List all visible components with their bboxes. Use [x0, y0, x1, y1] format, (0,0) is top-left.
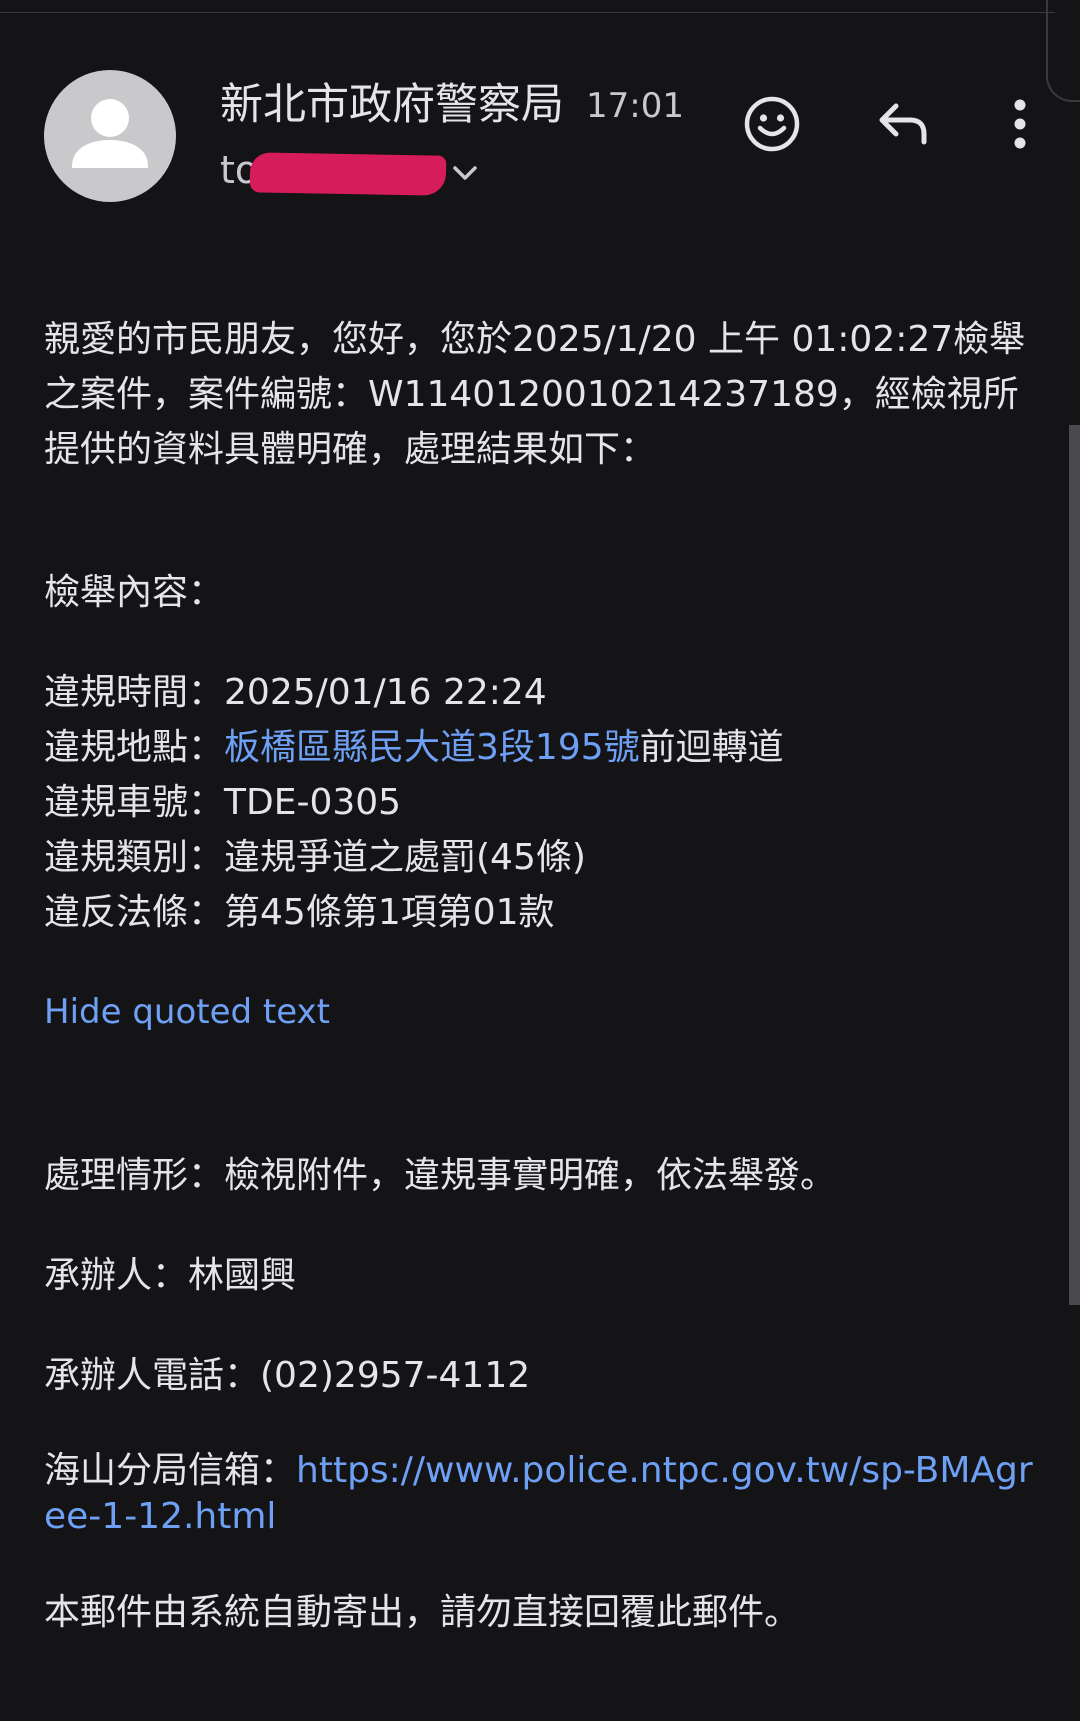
violation-place-line: 違規地點：板橋區縣民大道3段195號前迴轉道: [44, 720, 1034, 775]
violation-plate-label: 違規車號：: [44, 782, 225, 823]
result-line: 處理情形：檢視附件，違規事實明確，依法舉發。: [44, 1148, 1034, 1203]
violation-law-line: 違反法條：第45條第1項第01款: [44, 885, 1034, 940]
hide-quoted-text-link[interactable]: Hide quoted text: [44, 985, 1034, 1040]
phone-label: 承辦人電話：: [44, 1355, 261, 1396]
violation-place-suffix: 前迴轉道: [639, 727, 784, 768]
smiley-icon: [744, 96, 800, 152]
violation-plate-line: 違規車號：TDE-0305: [44, 775, 1034, 830]
result-value: 檢視附件，違規事實明確，依法舉發。: [224, 1155, 837, 1196]
add-reaction-button[interactable]: [740, 92, 804, 156]
email-body: 親愛的市民朋友，您好，您於2025/1/20 上午 01:02:27檢舉之案件，…: [44, 312, 1034, 1640]
phone-line: 承辦人電話：(02)2957-4112: [44, 1348, 1034, 1403]
violation-time-label: 違規時間：: [44, 672, 225, 713]
violation-time-line: 違規時間：2025/01/16 22:24: [44, 665, 1034, 720]
violation-time-value: 2025/01/16 22:24: [224, 672, 547, 713]
violation-type-label: 違規類別：: [44, 837, 225, 878]
section-title: 檢舉內容：: [44, 572, 225, 613]
intro-paragraph: 親愛的市民朋友，您好，您於2025/1/20 上午 01:02:27檢舉之案件，…: [44, 319, 1026, 470]
scrollbar[interactable]: [1069, 425, 1080, 1305]
reply-button[interactable]: [872, 92, 936, 156]
violation-type-value: 違規爭道之處罰(45條): [224, 837, 586, 878]
recipient-expand[interactable]: [450, 158, 480, 188]
top-divider: [0, 12, 1055, 13]
more-options-button[interactable]: [988, 92, 1052, 156]
sender-avatar[interactable]: [44, 70, 176, 202]
violation-law-value: 第45條第1項第01款: [224, 892, 555, 933]
violation-place-link[interactable]: 板橋區縣民大道3段195號: [224, 727, 640, 768]
handler-label: 承辦人：: [44, 1255, 189, 1296]
mailbox-line: 海山分局信箱：https://www.police.ntpc.gov.tw/sp…: [44, 1448, 1034, 1540]
more-vertical-icon: [1014, 99, 1026, 149]
result-label: 處理情形：: [44, 1155, 225, 1196]
send-time: 17:01: [586, 86, 684, 126]
violation-place-label: 違規地點：: [44, 727, 225, 768]
sender-name[interactable]: 新北市政府警察局: [220, 70, 564, 132]
phone-value: (02)2957-4112: [260, 1355, 531, 1396]
mailbox-label: 海山分局信箱：: [44, 1450, 297, 1491]
violation-type-line: 違規類別：違規爭道之處罰(45條): [44, 830, 1034, 885]
footer-note: 本郵件由系統自動寄出，請勿直接回覆此郵件。: [44, 1592, 801, 1633]
handler-line: 承辦人：林國興: [44, 1248, 1034, 1303]
person-icon: [72, 99, 148, 168]
violation-law-label: 違反法條：: [44, 892, 225, 933]
recipient-redaction: [249, 152, 447, 196]
chevron-down-icon: [453, 166, 477, 180]
card-corner: [1046, 0, 1080, 102]
reply-icon: [879, 103, 927, 145]
handler-value: 林國興: [188, 1255, 297, 1296]
violation-plate-value: TDE-0305: [224, 782, 402, 823]
